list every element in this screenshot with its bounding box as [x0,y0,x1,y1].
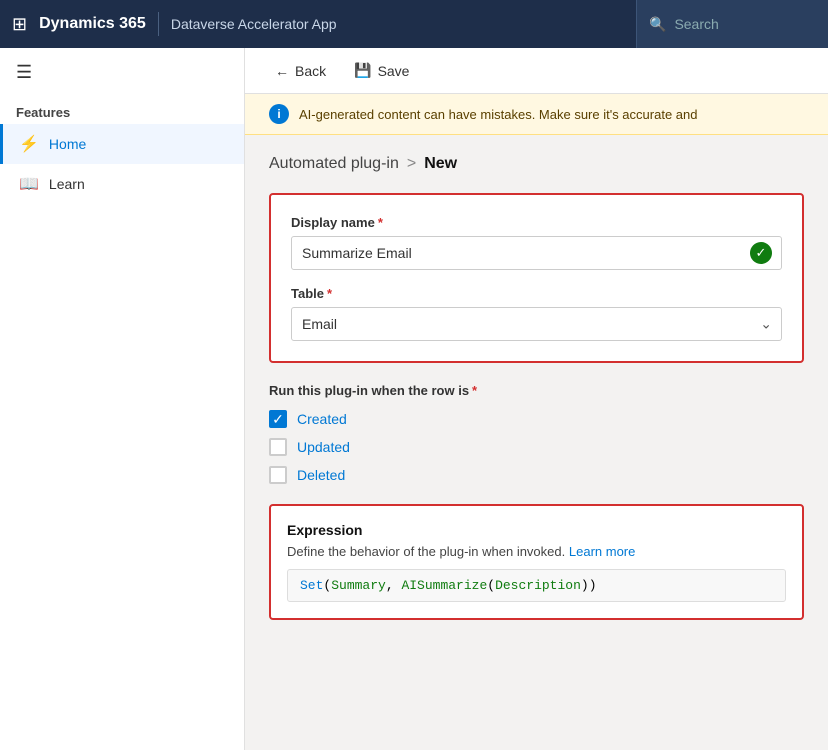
breadcrumb: Automated plug-in > New [269,155,804,173]
run-label: Run this plug-in when the row is* [269,383,804,398]
checkbox-group: ✓ Created Updated Deleted [269,410,804,484]
home-icon: ⚡ [19,134,39,154]
code-inner-paren-close: ) [581,578,589,593]
input-valid-icon: ✓ [750,242,772,264]
sidebar-item-home-label: Home [49,136,86,152]
top-nav: ⊞ Dynamics 365 Dataverse Accelerator App… [0,0,828,48]
breadcrumb-current: New [424,155,457,173]
sidebar-item-learn[interactable]: 📖 Learn [0,164,244,204]
alert-text: AI-generated content can have mistakes. … [299,107,697,122]
search-icon: 🔍 [649,16,666,33]
table-label: Table* [291,286,782,301]
back-label: Back [295,63,326,79]
checkbox-updated[interactable]: Updated [269,438,804,456]
code-set-keyword: Set [300,578,323,593]
learn-more-link[interactable]: Learn more [569,544,635,559]
code-inner-paren-open: ( [487,578,495,593]
expression-code-block[interactable]: Set(Summary, AISummarize(Description)) [287,569,786,602]
main-layout: ☰ Features ⚡ Home 📖 Learn ← Back 💾 Save … [0,48,828,750]
sidebar-item-learn-label: Learn [49,176,85,192]
app-title: Dynamics 365 [39,15,146,33]
code-param-description: Description [495,578,581,593]
save-button[interactable]: 💾 Save [348,58,415,83]
sidebar-section-label: Features [0,97,244,124]
search-box[interactable]: 🔍 [636,0,828,48]
back-icon: ← [275,63,289,79]
code-param-summary: Summary [331,578,386,593]
display-name-label: Display name* [291,215,782,230]
nav-divider [158,12,159,36]
run-section: Run this plug-in when the row is* ✓ Crea… [269,383,804,484]
code-comma: , [386,578,402,593]
search-input[interactable] [674,16,816,32]
sidebar-item-home[interactable]: ⚡ Home [0,124,244,164]
display-name-field-wrapper: ✓ [291,236,782,270]
table-select[interactable]: Email [291,307,782,341]
checkbox-updated-box[interactable] [269,438,287,456]
back-button[interactable]: ← Back [269,59,332,83]
checkbox-deleted[interactable]: Deleted [269,466,804,484]
checkbox-created-label: Created [297,411,347,427]
grid-icon[interactable]: ⊞ [12,14,27,35]
checkbox-deleted-label: Deleted [297,467,345,483]
alert-banner: i AI-generated content can have mistakes… [245,94,828,135]
sidebar: ☰ Features ⚡ Home 📖 Learn [0,48,245,750]
toolbar: ← Back 💾 Save [245,48,828,94]
checkbox-deleted-box[interactable] [269,466,287,484]
learn-icon: 📖 [19,174,39,194]
display-name-input[interactable] [291,236,782,270]
checkbox-created-box[interactable]: ✓ [269,410,287,428]
expression-description: Define the behavior of the plug-in when … [287,544,786,559]
main-content: ← Back 💾 Save i AI-generated content can… [245,48,828,750]
checkbox-updated-label: Updated [297,439,350,455]
code-paren-close: ) [589,578,597,593]
code-function-aisummarize: AISummarize [401,578,487,593]
breadcrumb-parent: Automated plug-in [269,155,399,173]
app-name: Dataverse Accelerator App [171,16,337,32]
save-icon: 💾 [354,62,371,79]
table-select-wrapper: Email ⌄ [291,307,782,341]
form-card: Display name* ✓ Table* Email ⌄ [269,193,804,363]
save-label: Save [378,63,410,79]
expression-card: Expression Define the behavior of the pl… [269,504,804,620]
breadcrumb-separator: > [407,155,416,173]
expression-title: Expression [287,522,786,538]
page-body: Automated plug-in > New Display name* ✓ … [245,135,828,750]
hamburger-button[interactable]: ☰ [0,48,244,97]
alert-icon: i [269,104,289,124]
checkbox-created[interactable]: ✓ Created [269,410,804,428]
